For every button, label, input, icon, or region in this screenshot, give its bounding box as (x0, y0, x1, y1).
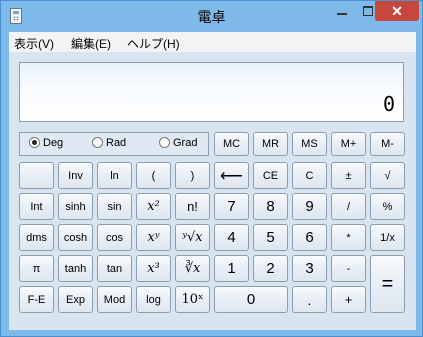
radio-grad-label: Grad (173, 137, 198, 149)
key-8[interactable]: 8 (253, 193, 288, 220)
key-1[interactable]: 1 (214, 255, 249, 282)
key-equals[interactable]: = (370, 255, 405, 313)
key-ms[interactable]: MS (292, 132, 327, 156)
menu-view[interactable]: 表示(V) (14, 35, 54, 52)
key-close-paren[interactable]: ) (175, 162, 210, 189)
key-x-power-y[interactable]: xʸ (136, 224, 171, 251)
key-m-minus[interactable]: M- (370, 132, 405, 156)
key-inv[interactable]: Inv (58, 162, 93, 189)
calculator-body: 0 Deg Rad Grad MC MR MS M+ M- Inv ln ( )… (9, 52, 416, 330)
key-ln[interactable]: ln (97, 162, 132, 189)
key-reciprocal[interactable]: 1/x (370, 224, 405, 251)
key-exp[interactable]: Exp (58, 286, 93, 313)
key-4[interactable]: 4 (214, 224, 249, 251)
key-open-paren[interactable]: ( (136, 162, 171, 189)
key-3[interactable]: 3 (292, 255, 327, 282)
key-c[interactable]: C (292, 162, 327, 189)
minimize-button[interactable] (329, 1, 355, 21)
key-dms[interactable]: dms (19, 224, 54, 251)
key-x-cubed[interactable]: x³ (136, 255, 171, 282)
key-cube-root[interactable]: ∛x (175, 255, 210, 282)
radio-rad[interactable]: Rad (92, 137, 126, 149)
key-5[interactable]: 5 (253, 224, 288, 251)
radio-unselected-icon (159, 137, 170, 148)
menu-bar: 表示(V) 編集(E) ヘルプ(H) (9, 32, 416, 52)
key-pi[interactable]: π (19, 255, 54, 282)
key-divide[interactable]: / (331, 193, 366, 220)
menu-edit[interactable]: 編集(E) (71, 35, 111, 52)
key-y-root-x[interactable]: ʸ√x (175, 224, 210, 251)
radio-deg[interactable]: Deg (29, 137, 63, 149)
key-6[interactable]: 6 (292, 224, 327, 251)
key-0[interactable]: 0 (214, 286, 288, 313)
key-sin[interactable]: sin (97, 193, 132, 220)
radio-deg-label: Deg (43, 137, 64, 149)
radio-rad-label: Rad (106, 137, 127, 149)
display-value: 0 (382, 92, 395, 116)
key-log[interactable]: log (136, 286, 171, 313)
title-bar: 電卓 ✕ (1, 1, 422, 31)
key-factorial[interactable]: n! (175, 193, 210, 220)
key-9[interactable]: 9 (292, 193, 327, 220)
key-sinh[interactable]: sinh (58, 193, 93, 220)
key-ce[interactable]: CE (253, 162, 288, 189)
key-percent[interactable]: % (370, 193, 405, 220)
key-mod[interactable]: Mod (97, 286, 132, 313)
angle-mode-group: Deg Rad Grad (19, 132, 209, 156)
key-2[interactable]: 2 (253, 255, 288, 282)
key-m-plus[interactable]: M+ (331, 132, 366, 156)
key-x-squared[interactable]: x² (136, 193, 171, 220)
menu-help[interactable]: ヘルプ(H) (127, 35, 180, 52)
key-mc[interactable]: MC (214, 132, 249, 156)
key-ten-power-x[interactable]: 10ˣ (175, 286, 210, 313)
key-blank[interactable] (19, 162, 54, 189)
key-tan[interactable]: tan (97, 255, 132, 282)
key-sqrt[interactable]: √ (370, 162, 405, 189)
key-int[interactable]: Int (19, 193, 54, 220)
key-decimal[interactable]: . (292, 286, 327, 313)
key-backspace[interactable]: ⟵ (214, 162, 249, 189)
result-display: 0 (19, 62, 404, 122)
key-multiply[interactable]: * (331, 224, 366, 251)
key-add[interactable]: + (331, 286, 366, 313)
close-button[interactable]: ✕ (375, 1, 419, 21)
key-cosh[interactable]: cosh (58, 224, 93, 251)
key-f-e[interactable]: F-E (19, 286, 54, 313)
key-cos[interactable]: cos (97, 224, 132, 251)
key-subtract[interactable]: - (331, 255, 366, 282)
radio-grad[interactable]: Grad (159, 137, 197, 149)
calculator-window: 電卓 ✕ 表示(V) 編集(E) ヘルプ(H) 0 Deg Rad Grad M… (0, 0, 423, 337)
radio-selected-icon (29, 137, 40, 148)
key-plus-minus[interactable]: ± (331, 162, 366, 189)
key-tanh[interactable]: tanh (58, 255, 93, 282)
key-mr[interactable]: MR (253, 132, 288, 156)
key-7[interactable]: 7 (214, 193, 249, 220)
radio-unselected-icon (92, 137, 103, 148)
